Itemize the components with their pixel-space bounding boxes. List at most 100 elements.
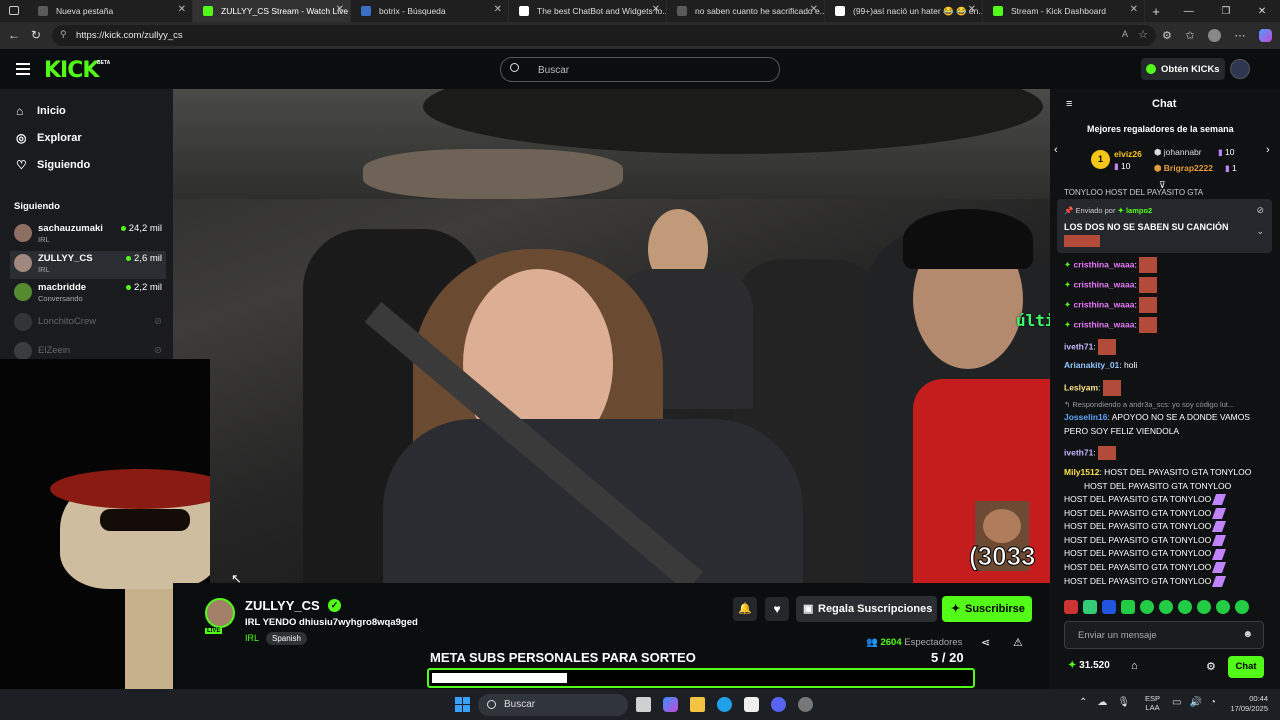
- tray-chevron-icon[interactable]: ⌃: [1079, 697, 1087, 708]
- close-tab-icon[interactable]: ✕: [494, 4, 502, 15]
- leaderboard-next-icon[interactable]: ›: [1266, 144, 1270, 156]
- read-aloud-icon[interactable]: A: [1122, 29, 1128, 39]
- task-view-icon[interactable]: [636, 697, 651, 712]
- copilot-icon[interactable]: [1258, 29, 1272, 42]
- report-icon[interactable]: ⚠: [1013, 636, 1023, 649]
- emote-icon[interactable]: [1159, 600, 1173, 614]
- app-icon[interactable]: [798, 697, 813, 712]
- chat-input[interactable]: Enviar un mensaje ☻: [1064, 621, 1264, 649]
- emote-icon[interactable]: [1140, 600, 1154, 614]
- video-player[interactable]: último suscriptor: kenya_6 (3033: [173, 89, 1050, 583]
- favorite-star-icon[interactable]: ☆: [1138, 28, 1148, 41]
- address-bar[interactable]: ⚲ https://kick.com/zullyy_cs A ☆: [52, 25, 1156, 46]
- volume-icon[interactable]: 🔊: [1189, 697, 1201, 708]
- close-tab-icon[interactable]: ✕: [968, 4, 976, 15]
- mic-icon[interactable]: 🎙: [1117, 697, 1130, 708]
- chat-username[interactable]: iveth71: [1064, 341, 1093, 351]
- file-explorer-icon[interactable]: [690, 697, 705, 712]
- leader-name[interactable]: ⬢ Brigrap2222: [1154, 163, 1213, 174]
- browser-tab[interactable]: ZULLYY_CS Stream - Watch Live o... ✕: [193, 0, 351, 22]
- browser-tab[interactable]: Stream - Kick Dashboard ✕: [983, 0, 1145, 22]
- maximize-icon[interactable]: ❐: [1221, 6, 1230, 17]
- kick-logo[interactable]: KICK: [44, 58, 99, 83]
- channel-name[interactable]: ZULLYY_CS: [245, 598, 320, 613]
- clock[interactable]: 00:44 17/09/2025: [1230, 694, 1268, 714]
- close-window-icon[interactable]: ✕: [1258, 6, 1266, 17]
- chat-username[interactable]: Mily1512: [1064, 467, 1099, 477]
- cloud-icon[interactable]: ☁: [1097, 697, 1107, 708]
- emote-icon[interactable]: [1083, 600, 1097, 614]
- battery-icon[interactable]: ◔: [1210, 697, 1216, 708]
- collapse-chat-icon[interactable]: ≡: [1066, 98, 1072, 110]
- close-tab-icon[interactable]: ✕: [178, 4, 186, 15]
- chat-settings-icon[interactable]: ⚙: [1206, 660, 1216, 673]
- browser-tab[interactable]: botrix - Búsqueda ✕: [351, 0, 509, 22]
- sidebar-nav-item[interactable]: ⌂ Inicio: [16, 104, 66, 118]
- following-item[interactable]: sachauzumaki IRL 24,2 mil: [14, 221, 166, 249]
- share-icon[interactable]: ⋖: [981, 636, 990, 649]
- sidebar-nav-item[interactable]: ♡ Siguiendo: [16, 158, 90, 172]
- unpin-icon[interactable]: ⊘: [1256, 205, 1264, 216]
- chat-username[interactable]: cristhina_waaa: [1073, 279, 1134, 289]
- channel-avatar[interactable]: [205, 598, 235, 628]
- emote-icon[interactable]: [1102, 600, 1116, 614]
- start-icon[interactable]: [455, 697, 470, 712]
- expand-pinned-icon[interactable]: ⌄: [1256, 226, 1264, 237]
- send-chat-button[interactable]: Chat: [1228, 656, 1264, 678]
- site-info-icon[interactable]: ⚲: [60, 29, 67, 40]
- more-menu-icon[interactable]: ⋯: [1235, 29, 1246, 42]
- browser-tab[interactable]: Nueva pestaña ✕: [28, 0, 193, 22]
- chat-username[interactable]: Arianakity_01: [1064, 360, 1119, 370]
- browser-tab[interactable]: The best ChatBot and Widgets fo... ✕: [509, 0, 667, 22]
- leader-name[interactable]: elviz26: [1114, 149, 1142, 159]
- taskbar-search[interactable]: Buscar: [478, 694, 628, 716]
- emote-icon[interactable]: [1178, 600, 1192, 614]
- profile-avatar[interactable]: [1208, 29, 1222, 42]
- language-tag[interactable]: Spanish: [266, 632, 307, 645]
- following-item[interactable]: ZULLYY_CS IRL 2,6 mil: [10, 250, 166, 279]
- emote-icon[interactable]: [1216, 600, 1230, 614]
- subscribe-button[interactable]: ✦ Suscribirse: [942, 596, 1032, 622]
- chat-username[interactable]: Josselin16: [1064, 412, 1107, 422]
- following-item[interactable]: LonchitoCrew ⊘: [14, 310, 166, 338]
- tab-actions-icon[interactable]: [0, 0, 28, 22]
- chat-username[interactable]: cristhina_waaa: [1073, 299, 1134, 309]
- new-tab-button[interactable]: +: [1145, 4, 1167, 19]
- close-tab-icon[interactable]: ✕: [810, 4, 818, 15]
- channel-points[interactable]: ✦ 31.520: [1068, 660, 1110, 671]
- emote-icon[interactable]: [1235, 600, 1249, 614]
- store-icon[interactable]: [744, 697, 759, 712]
- favorites-icon[interactable]: ✩: [1185, 29, 1194, 42]
- user-avatar[interactable]: [1230, 59, 1250, 79]
- reload-icon[interactable]: ↻: [31, 28, 41, 42]
- notification-bell-button[interactable]: 🔔: [733, 597, 757, 621]
- discord-icon[interactable]: [771, 697, 786, 712]
- close-tab-icon[interactable]: ✕: [652, 4, 660, 15]
- close-tab-icon[interactable]: ✕: [336, 4, 344, 15]
- network-icon[interactable]: ▭: [1172, 697, 1181, 708]
- emote-icon[interactable]: [1197, 600, 1211, 614]
- emote-icon[interactable]: [1121, 600, 1135, 614]
- browser-tab[interactable]: no saben cuanto he sacrificado e... ✕: [667, 0, 825, 22]
- leaderboard-prev-icon[interactable]: ‹: [1054, 144, 1058, 156]
- emoji-icon[interactable]: ☻: [1242, 629, 1253, 640]
- browser-tab[interactable]: (99+)así nació un hater 😂 😂 en... ✕: [825, 0, 983, 22]
- edge-icon[interactable]: [717, 697, 732, 712]
- close-tab-icon[interactable]: ✕: [1130, 4, 1138, 15]
- chat-username[interactable]: cristhina_waaa: [1073, 319, 1134, 329]
- following-item[interactable]: macbridde Conversando 2,2 mil: [14, 280, 166, 308]
- extension-icon[interactable]: ⚙: [1162, 29, 1172, 42]
- stream-category[interactable]: IRL: [245, 633, 259, 643]
- emote-icon[interactable]: [1064, 600, 1078, 614]
- gift-subscriptions-button[interactable]: ▣ Regala Suscripciones: [796, 596, 937, 622]
- sidebar-nav-item[interactable]: ◎ Explorar: [16, 131, 82, 145]
- copilot-icon[interactable]: [663, 697, 678, 712]
- minimize-icon[interactable]: —: [1184, 6, 1194, 17]
- search-input[interactable]: Buscar: [500, 57, 780, 82]
- hamburger-menu-icon[interactable]: [16, 63, 30, 75]
- follow-button[interactable]: ♥: [765, 597, 789, 621]
- pinned-by-user[interactable]: ✦ lampo2: [1118, 206, 1153, 215]
- input-language[interactable]: ESP LAA: [1145, 694, 1160, 712]
- chat-username[interactable]: iveth71: [1064, 447, 1093, 457]
- chat-username[interactable]: cristhina_waaa: [1073, 259, 1134, 269]
